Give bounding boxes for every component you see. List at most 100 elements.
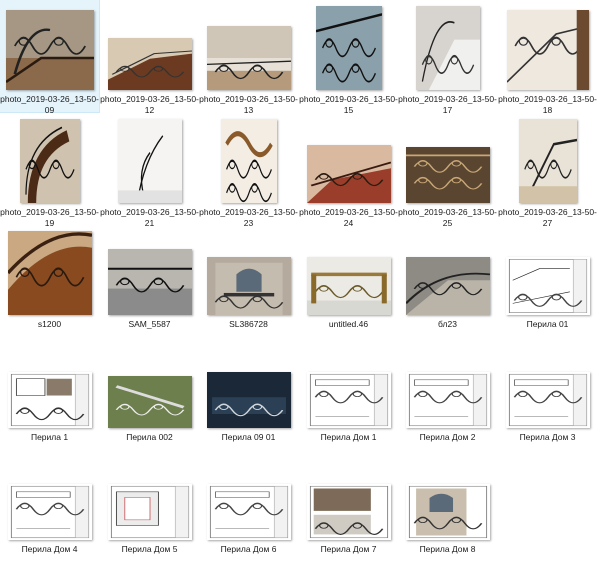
- file-thumbnail-frame: [299, 450, 398, 542]
- file-thumbnail[interactable]: [5, 10, 94, 90]
- file-item[interactable]: photo_2019-03-26_13-50-15: [299, 0, 398, 115]
- file-item[interactable]: Перила 09 01: [199, 338, 298, 450]
- file-thumbnail-frame: [0, 0, 99, 92]
- file-item[interactable]: Перила Дом 5: [100, 450, 199, 562]
- file-thumbnail[interactable]: [107, 376, 192, 428]
- file-thumbnail-frame: [398, 338, 497, 430]
- file-thumbnail-frame: [498, 338, 597, 430]
- file-thumbnail-frame: [0, 113, 99, 205]
- file-item[interactable]: бл23: [398, 225, 497, 337]
- file-name-label[interactable]: SAM_5587: [100, 319, 199, 330]
- file-name-label[interactable]: untitled.46: [299, 319, 398, 330]
- file-thumbnail[interactable]: [518, 119, 577, 203]
- file-item[interactable]: Перила Дом 7: [299, 450, 398, 562]
- file-thumbnail[interactable]: [19, 119, 80, 203]
- file-thumbnail-frame: [498, 113, 597, 205]
- file-item[interactable]: Перила Дом 1: [299, 338, 398, 450]
- file-name-label[interactable]: Перила Дом 8: [398, 544, 497, 555]
- file-item[interactable]: Перила Дом 6: [199, 450, 298, 562]
- file-grid: photo_2019-03-26_13-50-09 photo_2019-03-2…: [0, 0, 597, 554]
- file-name-label[interactable]: бл23: [398, 319, 497, 330]
- file-thumbnail-frame: [398, 0, 497, 92]
- file-thumbnail[interactable]: [7, 231, 92, 315]
- file-thumbnail[interactable]: [415, 6, 480, 90]
- file-item[interactable]: Перила Дом 8: [398, 450, 497, 562]
- file-item[interactable]: photo_2019-03-26_13-50-21: [100, 113, 199, 228]
- file-item[interactable]: Перила 002: [100, 338, 199, 450]
- file-name-label[interactable]: Перила Дом 6: [199, 544, 298, 555]
- file-thumbnail[interactable]: [505, 372, 590, 428]
- file-thumbnail[interactable]: [206, 372, 291, 428]
- file-item[interactable]: SAM_5587: [100, 225, 199, 337]
- file-thumbnail-frame: [398, 450, 497, 542]
- file-item[interactable]: photo_2019-03-26_13-50-18: [498, 0, 597, 115]
- file-name-label[interactable]: Перила 002: [100, 432, 199, 443]
- file-item[interactable]: photo_2019-03-26_13-50-25: [398, 113, 497, 228]
- file-thumbnail[interactable]: [220, 119, 277, 203]
- file-thumbnail[interactable]: [206, 257, 291, 315]
- file-name-label[interactable]: SL386728: [199, 319, 298, 330]
- file-thumbnail[interactable]: [7, 372, 92, 428]
- file-thumbnail[interactable]: [206, 26, 291, 90]
- file-thumbnail[interactable]: [306, 372, 391, 428]
- file-thumbnail[interactable]: [306, 257, 391, 315]
- file-item[interactable]: Перила 01: [498, 225, 597, 337]
- file-thumbnail-frame: [199, 450, 298, 542]
- file-thumbnail-frame: [398, 225, 497, 317]
- file-name-label[interactable]: Перила Дом 7: [299, 544, 398, 555]
- file-item[interactable]: photo_2019-03-26_13-50-09: [0, 0, 100, 115]
- file-thumbnail-frame: [299, 113, 398, 205]
- file-thumbnail-frame: [498, 0, 597, 92]
- file-thumbnail[interactable]: [306, 484, 391, 540]
- file-thumbnail[interactable]: [107, 484, 192, 540]
- file-thumbnail[interactable]: [505, 257, 590, 315]
- file-item[interactable]: photo_2019-03-26_13-50-12: [100, 0, 199, 115]
- file-name-label[interactable]: Перила Дом 4: [0, 544, 99, 555]
- file-item[interactable]: photo_2019-03-26_13-50-17: [398, 0, 497, 115]
- file-item[interactable]: Перила 1: [0, 338, 99, 450]
- file-item[interactable]: s1200: [0, 225, 99, 337]
- file-item[interactable]: Перила Дом 3: [498, 338, 597, 450]
- file-item[interactable]: photo_2019-03-26_13-50-24: [299, 113, 398, 228]
- file-thumbnail[interactable]: [405, 372, 490, 428]
- file-item[interactable]: photo_2019-03-26_13-50-19: [0, 113, 99, 228]
- file-thumbnail-frame: [199, 0, 298, 92]
- file-item[interactable]: photo_2019-03-26_13-50-27: [498, 113, 597, 228]
- file-item[interactable]: untitled.46: [299, 225, 398, 337]
- file-name-label[interactable]: Перила Дом 5: [100, 544, 199, 555]
- file-item[interactable]: photo_2019-03-26_13-50-23: [199, 113, 298, 228]
- file-item[interactable]: SL386728: [199, 225, 298, 337]
- file-thumbnail[interactable]: [107, 249, 192, 315]
- file-name-label[interactable]: Перила 1: [0, 432, 99, 443]
- file-thumbnail[interactable]: [107, 38, 192, 90]
- file-name-label[interactable]: s1200: [0, 319, 99, 330]
- file-thumbnail[interactable]: [405, 147, 490, 203]
- file-item[interactable]: Перила Дом 4: [0, 450, 99, 562]
- file-thumbnail[interactable]: [7, 484, 92, 540]
- file-thumbnail[interactable]: [306, 145, 391, 203]
- file-name-label[interactable]: Перила Дом 3: [498, 432, 597, 443]
- file-thumbnail-frame: [100, 0, 199, 92]
- file-thumbnail-frame: [299, 225, 398, 317]
- file-thumbnail-frame: [100, 450, 199, 542]
- file-thumbnail[interactable]: [206, 484, 291, 540]
- file-name-label[interactable]: Перила Дом 2: [398, 432, 497, 443]
- file-thumbnail-frame: [398, 113, 497, 205]
- file-item[interactable]: Перила Дом 2: [398, 338, 497, 450]
- file-thumbnail-frame: [100, 338, 199, 430]
- file-name-label[interactable]: Перила 09 01: [199, 432, 298, 443]
- file-thumbnail-frame: [299, 338, 398, 430]
- file-name-label[interactable]: Перила 01: [498, 319, 597, 330]
- file-thumbnail[interactable]: [405, 484, 490, 540]
- file-thumbnail-frame: [0, 450, 99, 542]
- file-thumbnail-frame: [199, 113, 298, 205]
- file-thumbnail[interactable]: [506, 10, 589, 90]
- file-name-label[interactable]: Перила Дом 1: [299, 432, 398, 443]
- file-thumbnail-frame: [299, 0, 398, 92]
- file-thumbnail[interactable]: [117, 119, 182, 203]
- file-item[interactable]: photo_2019-03-26_13-50-13: [199, 0, 298, 115]
- file-thumbnail-frame: [199, 338, 298, 430]
- file-thumbnail-frame: [0, 338, 99, 430]
- file-thumbnail[interactable]: [315, 6, 382, 90]
- file-thumbnail[interactable]: [405, 257, 490, 315]
